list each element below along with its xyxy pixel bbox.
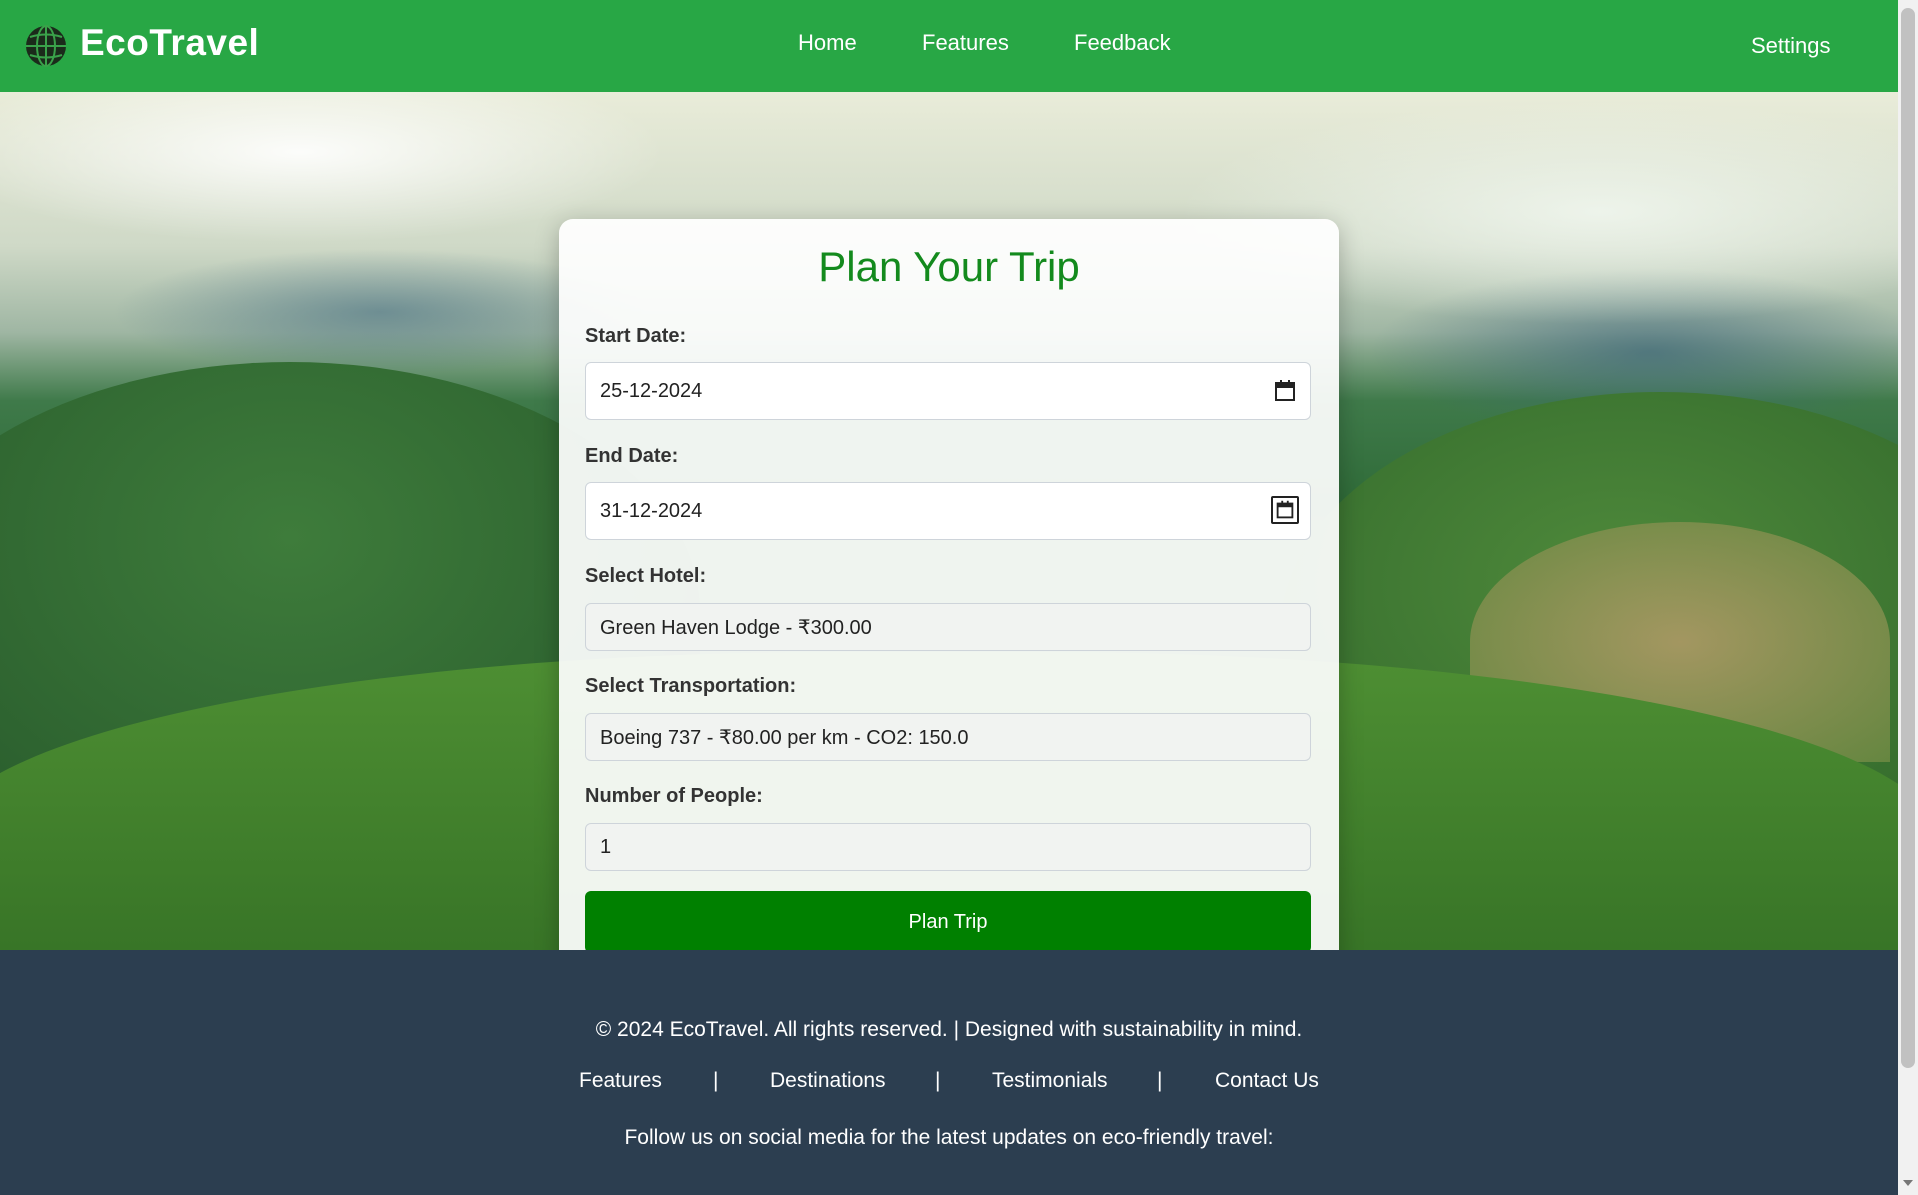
nav-features[interactable]: Features (922, 30, 1009, 56)
footer: © 2024 EcoTravel. All rights reserved. |… (0, 950, 1898, 1195)
calendar-icon[interactable] (1272, 378, 1298, 404)
trip-form-card: Plan Your Trip Start Date: 25-12-2024 En… (559, 219, 1339, 979)
start-date-value: 25-12-2024 (600, 379, 703, 402)
copyright-text: © 2024 EcoTravel. All rights reserved. |… (595, 1018, 1303, 1041)
hotel-label: Select Hotel: (585, 565, 707, 587)
start-date-input[interactable]: 25-12-2024 (585, 362, 1311, 420)
plan-trip-button[interactable]: Plan Trip (585, 891, 1311, 953)
footer-link-features[interactable]: Features (579, 1069, 662, 1093)
nav-feedback[interactable]: Feedback (1074, 30, 1171, 56)
footer-separator: | (935, 1069, 941, 1092)
page-scrollbar[interactable] (1898, 0, 1918, 1195)
hero-landscape-image: Plan Your Trip Start Date: 25-12-2024 En… (0, 92, 1898, 1072)
start-date-label: Start Date: (585, 325, 687, 347)
footer-separator: | (1157, 1069, 1163, 1092)
social-follow-text: Follow us on social media for the latest… (624, 1126, 1274, 1149)
people-label: Number of People: (585, 785, 763, 807)
footer-link-contact-us[interactable]: Contact Us (1215, 1069, 1319, 1093)
end-date-label: End Date: (585, 445, 679, 467)
footer-separator: | (713, 1069, 719, 1092)
footer-link-destinations[interactable]: Destinations (770, 1069, 886, 1093)
globe-icon[interactable] (24, 24, 68, 68)
brand-name[interactable]: EcoTravel (80, 22, 259, 64)
scroll-down-icon[interactable] (1903, 1180, 1913, 1186)
hotel-select[interactable]: Green Haven Lodge - ₹300.00 (585, 603, 1311, 651)
calendar-icon[interactable] (1271, 496, 1299, 524)
form-title: Plan Your Trip (818, 243, 1080, 290)
nav-home[interactable]: Home (798, 30, 857, 56)
viewport: EcoTravel Home Features Feedback Setting… (0, 0, 1898, 1195)
end-date-input[interactable]: 31-12-2024 (585, 482, 1311, 540)
top-navbar: EcoTravel Home Features Feedback Setting… (0, 0, 1898, 92)
transport-select[interactable]: Boeing 737 - ₹80.00 per km - CO2: 150.0 (585, 713, 1311, 761)
footer-link-testimonials[interactable]: Testimonials (992, 1069, 1108, 1093)
people-input[interactable]: 1 (585, 823, 1311, 871)
scrollbar-thumb[interactable] (1901, 8, 1915, 1068)
end-date-value: 31-12-2024 (600, 499, 703, 522)
transport-label: Select Transportation: (585, 675, 797, 697)
nav-settings[interactable]: Settings (1751, 33, 1831, 59)
